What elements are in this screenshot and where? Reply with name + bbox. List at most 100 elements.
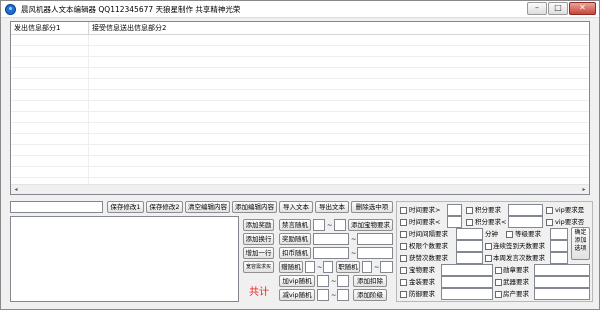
reduce-vip-min-field[interactable]: [317, 289, 329, 301]
add-one-line-button[interactable]: 增加一行: [243, 247, 274, 259]
house-field[interactable]: [534, 288, 590, 300]
weekly-checkbox[interactable]: [485, 255, 492, 262]
maximize-button[interactable]: □: [548, 2, 568, 15]
import-text-button[interactable]: 导入文本: [279, 201, 313, 213]
scroll-left-icon[interactable]: ◂: [11, 185, 21, 194]
forbid-random-button[interactable]: 禁言随机: [279, 219, 311, 231]
column-header-send[interactable]: 发出信息部分1: [11, 22, 89, 35]
gold-checkbox[interactable]: [400, 279, 407, 286]
item-random-button[interactable]: 赠随机: [279, 261, 303, 273]
interval-label: 时间间隔要求: [409, 230, 448, 238]
list-body[interactable]: [11, 35, 589, 185]
rank-field[interactable]: [534, 264, 590, 276]
armor-field[interactable]: [441, 288, 493, 300]
deduct-min-field[interactable]: [313, 247, 349, 259]
weapon-field[interactable]: [534, 276, 590, 288]
time-lt-field[interactable]: [447, 216, 462, 228]
level-label: 等级要求: [515, 230, 541, 238]
add-reward-button[interactable]: 添加奖励: [243, 219, 274, 231]
time-gt-field[interactable]: [447, 204, 462, 216]
forbid-max-field[interactable]: [334, 219, 346, 231]
consecutive-field[interactable]: [550, 240, 568, 252]
score-lt-field[interactable]: [508, 216, 543, 228]
interval-checkbox[interactable]: [400, 231, 407, 238]
editor-window: 晨风机器人文本编辑器 QQ112345677 天狼星制作 共享精神光荣 – □ …: [0, 0, 600, 310]
reduce-vip-random-button[interactable]: 减vip随机: [279, 289, 315, 301]
scroll-right-icon[interactable]: ▸: [579, 185, 589, 194]
score-lt-label: 积分要求<: [475, 218, 507, 226]
save2-button[interactable]: 保存修改2: [146, 201, 183, 213]
title-bar: 晨风机器人文本编辑器 QQ112345677 天狼星制作 共享精神光荣 – □ …: [1, 1, 599, 18]
total-label: 共计: [249, 287, 269, 298]
reduce-vip-max-field[interactable]: [337, 289, 349, 301]
armor-label: 防御要求: [409, 290, 435, 298]
export-text-button[interactable]: 导出文本: [315, 201, 349, 213]
confirm-add-button[interactable]: 确定添加选项: [571, 227, 590, 260]
tilde-separator: ~: [331, 291, 337, 299]
tilde-separator: ~: [327, 221, 333, 229]
clear-content-button[interactable]: 清空编辑内容: [185, 201, 230, 213]
add-vip-min-field[interactable]: [317, 275, 329, 287]
gain-field[interactable]: [456, 252, 483, 264]
treasure-field[interactable]: [441, 264, 493, 276]
reward-min-field[interactable]: [313, 233, 349, 245]
minimize-button[interactable]: –: [527, 2, 547, 15]
vip-no-label: vip要求否: [555, 218, 585, 226]
points-label: 权限个数要求: [409, 242, 448, 250]
tilde-separator: ~: [317, 263, 323, 271]
message-list[interactable]: 发出信息部分1 接受信息送出信息部分2 ◂ ▸: [10, 21, 590, 195]
interval-field[interactable]: [456, 228, 483, 240]
vip-no-checkbox[interactable]: [546, 219, 553, 226]
armor-checkbox[interactable]: [400, 291, 407, 298]
points-checkbox[interactable]: [400, 243, 407, 250]
add-vip-random-button[interactable]: 加vip随机: [279, 275, 315, 287]
add-treasure-button[interactable]: 添加宝物要求: [348, 219, 393, 231]
score-gt-label: 积分要求: [475, 206, 501, 214]
rank-random-button[interactable]: 职随机: [336, 261, 360, 273]
rank-max-field[interactable]: [380, 261, 393, 273]
points-field[interactable]: [456, 240, 483, 252]
deduct-random-button[interactable]: 扣币随机: [279, 247, 311, 259]
consecutive-label: 连续签到天数要求: [493, 242, 545, 250]
close-button[interactable]: ✕: [569, 2, 596, 15]
item-min-field[interactable]: [305, 261, 315, 273]
add-content-button[interactable]: 添加编辑内容: [232, 201, 277, 213]
house-checkbox[interactable]: [495, 291, 502, 298]
gain-checkbox[interactable]: [400, 255, 407, 262]
add-newline-button[interactable]: 添加换行: [243, 233, 274, 245]
add-deduct-button[interactable]: 添加扣除: [353, 275, 387, 287]
horizontal-scrollbar[interactable]: ◂ ▸: [11, 184, 589, 194]
add-level-button[interactable]: 添加阶级: [353, 289, 387, 301]
time-lt-checkbox[interactable]: [400, 219, 407, 226]
time-gt-checkbox[interactable]: [400, 207, 407, 214]
consecutive-checkbox[interactable]: [485, 243, 492, 250]
content-textarea[interactable]: [10, 216, 239, 302]
add-vip-max-field[interactable]: [337, 275, 349, 287]
input-part1-field[interactable]: [10, 201, 103, 213]
extra-requirement-button[interactable]: 宽容需求买: [243, 261, 274, 273]
score-gt-checkbox[interactable]: [466, 207, 473, 214]
gold-field[interactable]: [441, 276, 493, 288]
level-checkbox[interactable]: [506, 231, 513, 238]
reward-max-field[interactable]: [357, 233, 393, 245]
score-lt-checkbox[interactable]: [466, 219, 473, 226]
treasure-checkbox[interactable]: [400, 267, 407, 274]
item-max-field[interactable]: [323, 261, 333, 273]
reward-random-button[interactable]: 奖励随机: [279, 233, 311, 245]
house-label: 房产要求: [503, 290, 529, 298]
app-logo-icon: [5, 4, 16, 15]
level-field[interactable]: [550, 228, 568, 240]
vip-yes-checkbox[interactable]: [546, 207, 553, 214]
deduct-max-field[interactable]: [357, 247, 393, 259]
delete-selected-button[interactable]: 删除选中项: [351, 201, 393, 213]
weapon-checkbox[interactable]: [495, 279, 502, 286]
window-title: 晨风机器人文本编辑器 QQ112345677 天狼星制作 共享精神光荣: [21, 5, 241, 14]
weekly-field[interactable]: [550, 252, 568, 264]
column-header-receive[interactable]: 接受信息送出信息部分2: [89, 22, 589, 35]
save1-button[interactable]: 保存修改1: [107, 201, 144, 213]
rank-min-field[interactable]: [362, 261, 372, 273]
score-gt-field[interactable]: [508, 204, 543, 216]
gain-label: 获赞次数要求: [409, 254, 448, 262]
rank-checkbox[interactable]: [495, 267, 502, 274]
forbid-min-field[interactable]: [313, 219, 325, 231]
